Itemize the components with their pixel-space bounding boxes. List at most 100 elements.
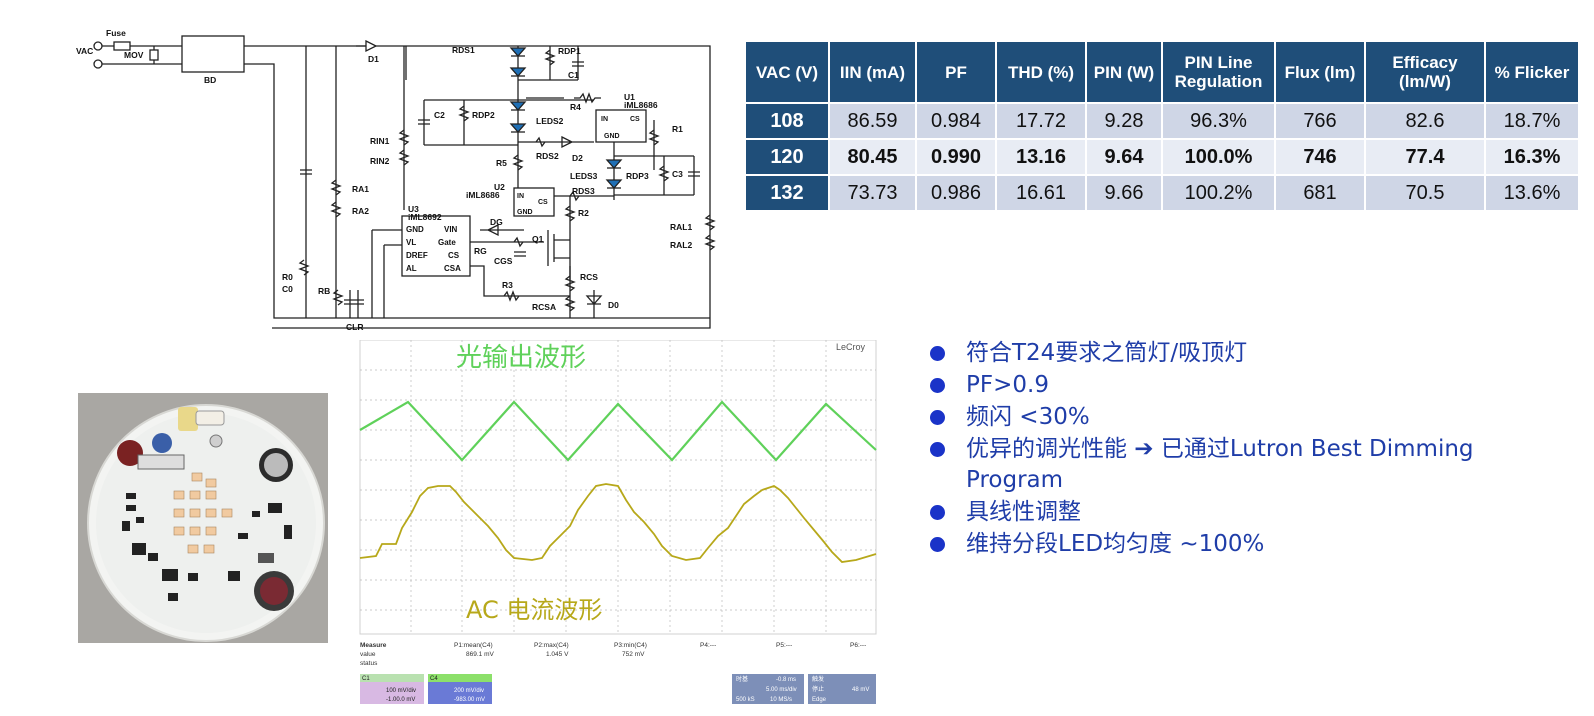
cell: 70.5 bbox=[1364, 174, 1486, 212]
cell: 0.986 bbox=[915, 174, 997, 212]
cell: 766 bbox=[1274, 102, 1366, 140]
scope-brand: LeCroy bbox=[836, 342, 866, 352]
cell: 96.3% bbox=[1161, 102, 1276, 140]
bullet-dot-icon bbox=[930, 505, 945, 520]
timebase-rate: 10 MS/s bbox=[770, 697, 792, 703]
cell: 86.59 bbox=[828, 102, 917, 140]
list-item: 符合T24要求之筒灯/吸顶灯 bbox=[930, 338, 1570, 369]
trigger-state: 停止 bbox=[812, 685, 824, 693]
label-rdp3: RDP3 bbox=[626, 171, 649, 181]
label-q1: Q1 bbox=[532, 234, 544, 244]
label-u1-cs: CS bbox=[630, 116, 640, 123]
cell: 17.72 bbox=[995, 102, 1087, 140]
label-fuse: Fuse bbox=[106, 28, 126, 38]
bullet-dot-icon bbox=[930, 346, 945, 361]
measure-status-label: status bbox=[360, 660, 378, 667]
label-vac: VAC bbox=[76, 46, 93, 56]
list-item: 优异的调光性能 ➔ 已通过Lutron Best Dimming Program bbox=[930, 434, 1486, 496]
measure-p5: P5:--- bbox=[776, 642, 792, 649]
measure-p1-value: 869.1 mV bbox=[466, 651, 494, 658]
measure-p1-name: P1:mean(C4) bbox=[454, 642, 493, 649]
header-vac: VAC (V) bbox=[744, 40, 830, 104]
list-item: 维持分段LED均匀度 ~100% bbox=[930, 529, 1570, 560]
ch1-scale: 100 mV/div bbox=[386, 688, 416, 694]
cell-vac: 108 bbox=[744, 102, 830, 140]
timebase-samples: 500 kS bbox=[736, 697, 755, 703]
header-pin: PIN (W) bbox=[1085, 40, 1163, 104]
label-c2: C2 bbox=[434, 110, 445, 120]
measure-p2-name: P2:max(C4) bbox=[534, 642, 569, 649]
list-item-text: 优异的调光性能 ➔ 已通过Lutron Best Dimming Program bbox=[966, 436, 1474, 493]
list-item: 具线性调整 bbox=[930, 497, 1570, 528]
list-item-text: PF>0.9 bbox=[966, 372, 1049, 398]
ch4-offset: -983.00 mV bbox=[454, 697, 485, 703]
cell: 9.28 bbox=[1085, 102, 1163, 140]
label-r1: R1 bbox=[672, 124, 683, 134]
label-u3-dref: DREF bbox=[406, 251, 428, 260]
label-leds3: LEDS3 bbox=[570, 171, 598, 181]
label-r5: R5 bbox=[496, 158, 507, 168]
label-rds3: RDS3 bbox=[572, 186, 595, 196]
label-clr: CLR bbox=[346, 322, 363, 332]
bullet-dot-icon bbox=[930, 378, 945, 393]
oscilloscope-capture: 光输出波形 AC 电流波形 LeCroy Measure value statu… bbox=[356, 340, 883, 706]
label-mov: MOV bbox=[124, 50, 144, 60]
list-item: 频闪 <30% bbox=[930, 402, 1570, 433]
bullet-dot-icon bbox=[930, 537, 945, 552]
trigger-label: 触发 bbox=[812, 675, 824, 683]
label-u3-al: AL bbox=[406, 264, 417, 273]
timebase-label: 时基 bbox=[736, 675, 748, 683]
label-rin2: RIN2 bbox=[370, 156, 390, 166]
label-c0: C0 bbox=[282, 284, 293, 294]
cell: 13.16 bbox=[995, 138, 1087, 176]
label-u3-cs: CS bbox=[448, 251, 460, 260]
label-u3-csa: CSA bbox=[444, 264, 461, 273]
cell: 0.990 bbox=[915, 138, 997, 176]
cell: 9.64 bbox=[1085, 138, 1163, 176]
list-item-text: 维持分段LED均匀度 ~100% bbox=[966, 531, 1265, 557]
label-rdp1: RDP1 bbox=[558, 46, 581, 56]
table-row: 120 80.45 0.990 13.16 9.64 100.0% 746 77… bbox=[744, 138, 1580, 176]
label-u2-gnd: GND bbox=[517, 209, 533, 216]
label-r3: R3 bbox=[502, 280, 513, 290]
label-r0: R0 bbox=[282, 272, 293, 282]
cell-vac: 120 bbox=[744, 138, 830, 176]
ac-current-label: AC 电流波形 bbox=[466, 596, 602, 624]
label-c3: C3 bbox=[672, 169, 683, 179]
measure-p3-value: 752 mV bbox=[622, 651, 645, 658]
label-u3-part: iML8692 bbox=[408, 212, 442, 222]
label-d1: D1 bbox=[368, 54, 379, 64]
cell: 16.61 bbox=[995, 174, 1087, 212]
label-ral2: RAL2 bbox=[670, 240, 692, 250]
feature-list: 符合T24要求之筒灯/吸顶灯 PF>0.9 频闪 <30% 优异的调光性能 ➔ … bbox=[930, 338, 1570, 561]
label-rin1: RIN1 bbox=[370, 136, 390, 146]
ch1-offset: -1.00.0 mV bbox=[386, 697, 415, 703]
label-u3-gnd: GND bbox=[406, 225, 424, 234]
label-d2: D2 bbox=[572, 153, 583, 163]
label-r4: R4 bbox=[570, 102, 581, 112]
list-item: PF>0.9 bbox=[930, 370, 1570, 401]
ch1-name: C1 bbox=[362, 676, 370, 682]
header-flux: Flux (lm) bbox=[1274, 40, 1366, 104]
label-leds2: LEDS2 bbox=[536, 116, 564, 126]
measure-p4: P4:--- bbox=[700, 642, 716, 649]
header-efficacy: Efficacy (lm/W) bbox=[1364, 40, 1486, 104]
bullet-dot-icon bbox=[930, 442, 945, 457]
label-u1-gnd: GND bbox=[604, 133, 620, 140]
cell: 746 bbox=[1274, 138, 1366, 176]
header-thd: THD (%) bbox=[995, 40, 1087, 104]
trigger-level: 48 mV bbox=[852, 687, 869, 693]
measure-title: Measure bbox=[360, 642, 387, 649]
table-header-row: VAC (V) IIN (mA) PF THD (%) PIN (W) PIN … bbox=[744, 40, 1580, 104]
label-dg: DG bbox=[490, 217, 503, 227]
measure-panel: Measure value status P1:mean(C4) 869.1 m… bbox=[360, 642, 866, 667]
cell: 0.984 bbox=[915, 102, 997, 140]
cell: 100.2% bbox=[1161, 174, 1276, 212]
cell: 681 bbox=[1274, 174, 1366, 212]
circuit-schematic: Fuse VAC MOV BD D1 RDS1 RDP1 C1 C2 RDP2 … bbox=[76, 28, 716, 332]
timebase-scale: 5.00 ms/div bbox=[766, 687, 797, 693]
table-row: 132 73.73 0.986 16.61 9.66 100.2% 681 70… bbox=[744, 174, 1580, 212]
header-iin: IIN (mA) bbox=[828, 40, 917, 104]
cell: 13.6% bbox=[1484, 174, 1580, 212]
cell: 77.4 bbox=[1364, 138, 1486, 176]
